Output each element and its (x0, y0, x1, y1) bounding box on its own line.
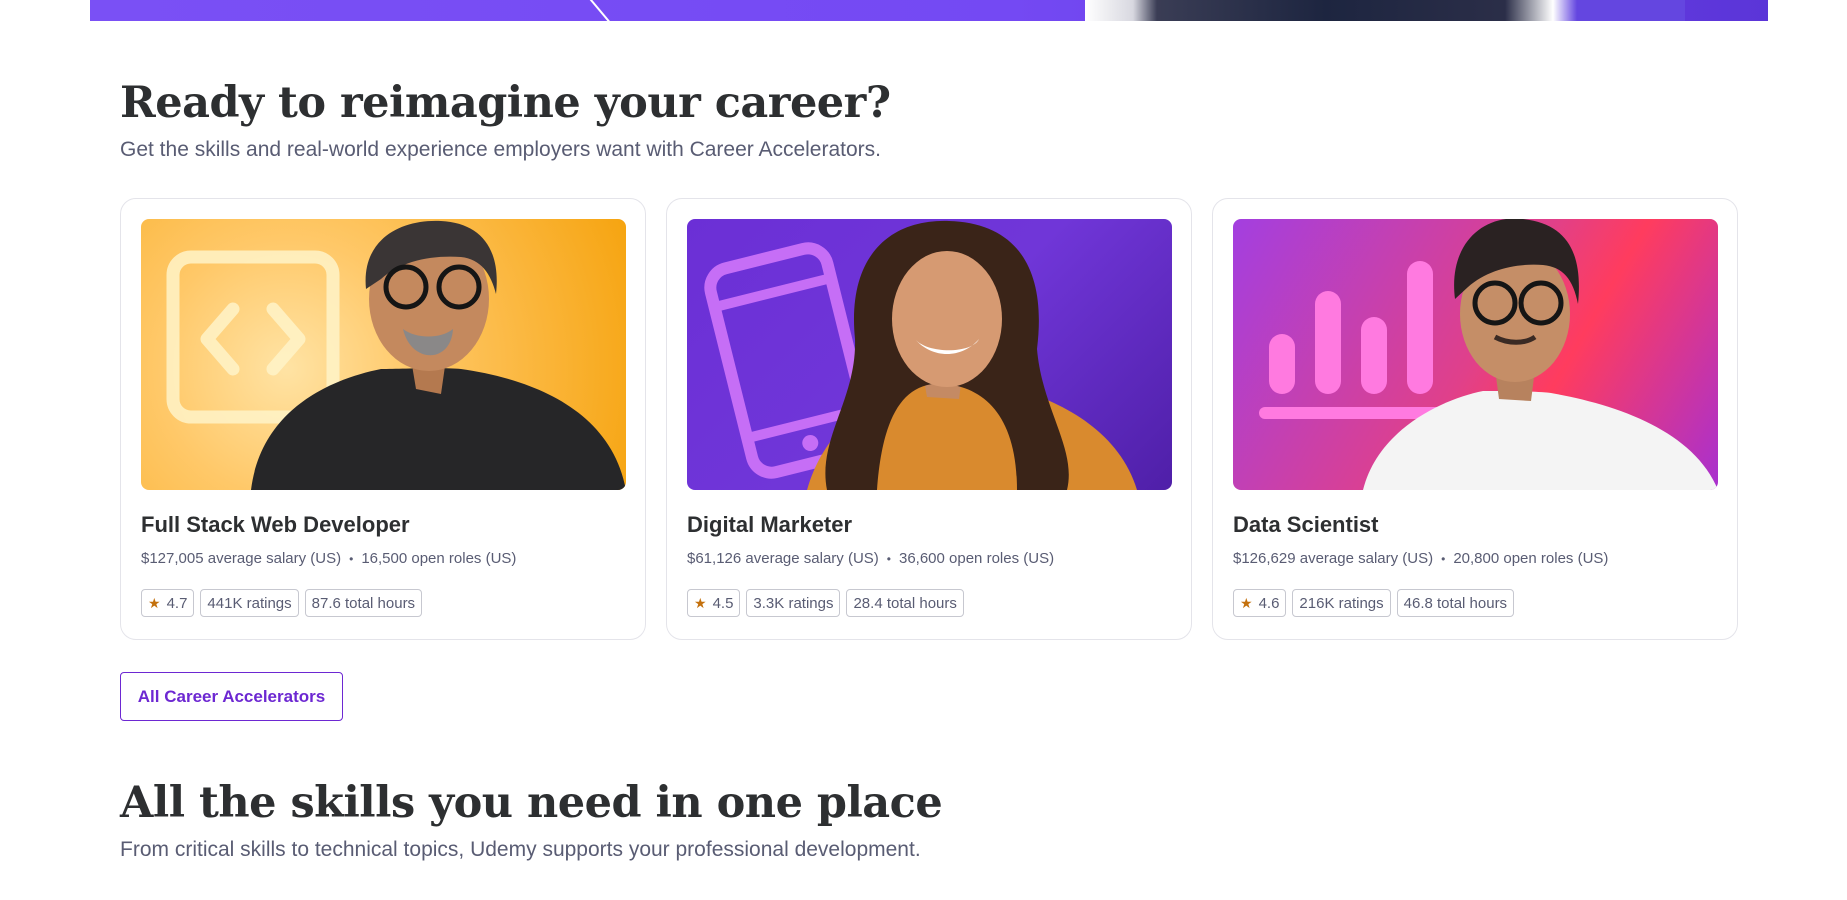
total-hours-badge: 28.4 total hours (846, 589, 964, 617)
career-card-badges: ★ 4.7 441K ratings 87.6 total hours (141, 589, 625, 617)
career-card-image (141, 219, 626, 490)
smartphone-icon (704, 220, 1137, 490)
skills-heading: All the skills you need in one place (120, 778, 943, 828)
ratings-count-badge: 216K ratings (1292, 589, 1391, 617)
skills-subheading: From critical skills to technical topics… (120, 838, 921, 861)
star-icon: ★ (694, 594, 707, 611)
career-heading: Ready to reimagine your career? (120, 78, 891, 128)
career-card-title: Data Scientist (1233, 512, 1379, 537)
open-roles-text: 20,800 open roles (US) (1453, 550, 1609, 567)
all-career-accelerators-button[interactable]: All Career Accelerators (120, 672, 343, 721)
career-card-title: Full Stack Web Developer (141, 512, 410, 537)
total-hours-badge: 87.6 total hours (304, 589, 423, 617)
total-hours-badge: 46.8 total hours (1396, 589, 1515, 617)
salary-text: $126,629 average salary (US) (1233, 550, 1434, 567)
star-icon: ★ (148, 594, 161, 611)
banner-photo (1085, 0, 1685, 21)
separator-dot: • (1441, 551, 1446, 566)
career-card-badges: ★ 4.6 216K ratings 46.8 total hours (1233, 589, 1717, 617)
career-card-badges: ★ 4.5 3.3K ratings 28.4 total hours (687, 589, 1171, 617)
hero-banner-bottom (90, 0, 1768, 21)
ratings-count-badge: 441K ratings (200, 589, 299, 617)
code-brackets-icon (166, 220, 626, 490)
open-roles-text: 36,600 open roles (US) (898, 550, 1055, 567)
career-section-header: Ready to reimagine your career? Get the … (120, 78, 891, 162)
skills-section-header: All the skills you need in one place Fro… (120, 778, 943, 862)
banner-decoration (570, 0, 612, 21)
salary-text: $61,126 average salary (US) (687, 550, 879, 567)
separator-dot: • (349, 551, 354, 566)
rating-badge: ★ 4.5 (687, 589, 741, 617)
ratings-count-badge: 3.3K ratings (746, 589, 841, 617)
bar-chart-icon (1259, 219, 1718, 490)
career-card-meta: $126,629 average salary (US) • 20,800 op… (1233, 550, 1717, 567)
career-card-data-scientist[interactable]: Data Scientist $126,629 average salary (… (1212, 198, 1738, 640)
career-card-digital-marketer[interactable]: Digital Marketer $61,126 average salary … (666, 198, 1192, 640)
career-card-image (1233, 219, 1718, 490)
career-subheading: Get the skills and real-world experience… (120, 138, 881, 161)
career-cards: Full Stack Web Developer $127,005 averag… (120, 198, 1738, 640)
rating-value: 4.5 (712, 594, 734, 612)
career-card-meta: $61,126 average salary (US) • 36,600 ope… (687, 550, 1171, 567)
rating-value: 4.6 (1258, 594, 1280, 612)
salary-text: $127,005 average salary (US) (141, 550, 342, 567)
career-card-title: Digital Marketer (687, 512, 853, 537)
rating-badge: ★ 4.7 (141, 589, 195, 617)
rating-value: 4.7 (166, 594, 188, 612)
star-icon: ★ (1240, 594, 1253, 611)
career-card-meta: $127,005 average salary (US) • 16,500 op… (141, 550, 625, 567)
open-roles-text: 16,500 open roles (US) (361, 550, 517, 567)
rating-badge: ★ 4.6 (1233, 589, 1287, 617)
career-card-full-stack[interactable]: Full Stack Web Developer $127,005 averag… (120, 198, 646, 640)
separator-dot: • (886, 551, 891, 566)
career-card-image (687, 219, 1172, 490)
